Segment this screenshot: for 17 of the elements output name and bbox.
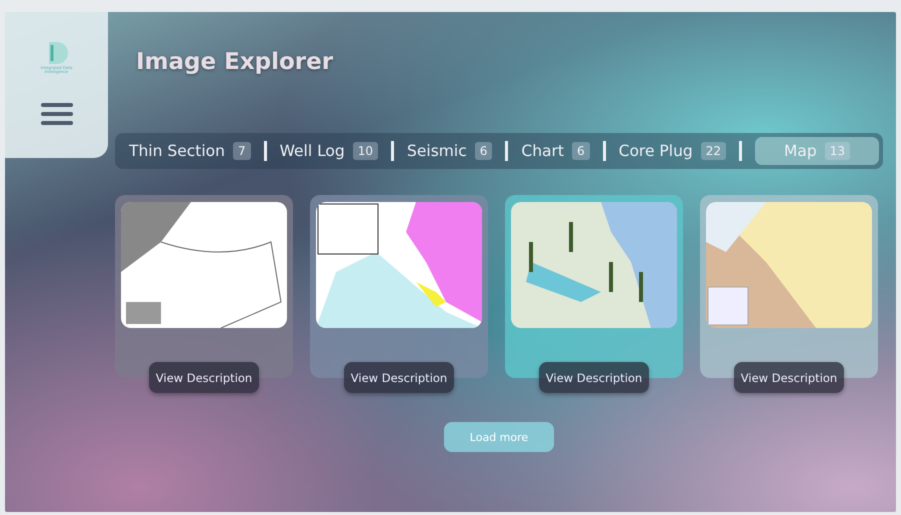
view-description-button[interactable]: View Description (344, 362, 454, 393)
count-badge: 22 (700, 142, 726, 160)
view-description-button[interactable]: View Description (149, 362, 259, 393)
count-badge: 10 (352, 142, 378, 160)
category-tab[interactable]: Well Log 10 (280, 137, 378, 165)
view-description-button[interactable]: View Description (734, 362, 844, 393)
page-title: Image Explorer (136, 49, 334, 77)
category-tab[interactable]: Chart 6 (521, 137, 590, 165)
count-badge: 6 (474, 142, 492, 160)
view-description-button[interactable]: View Description (539, 362, 649, 393)
category-tab[interactable]: Thin Section 7 (129, 137, 251, 165)
count-badge: 13 (824, 142, 850, 160)
count-badge: 7 (232, 142, 251, 160)
count-badge: 6 (572, 142, 590, 160)
category-tab[interactable]: Seismic 6 (407, 137, 492, 165)
menu-button[interactable] (40, 102, 72, 125)
category-tab[interactable]: Core Plug 22 (618, 137, 726, 165)
